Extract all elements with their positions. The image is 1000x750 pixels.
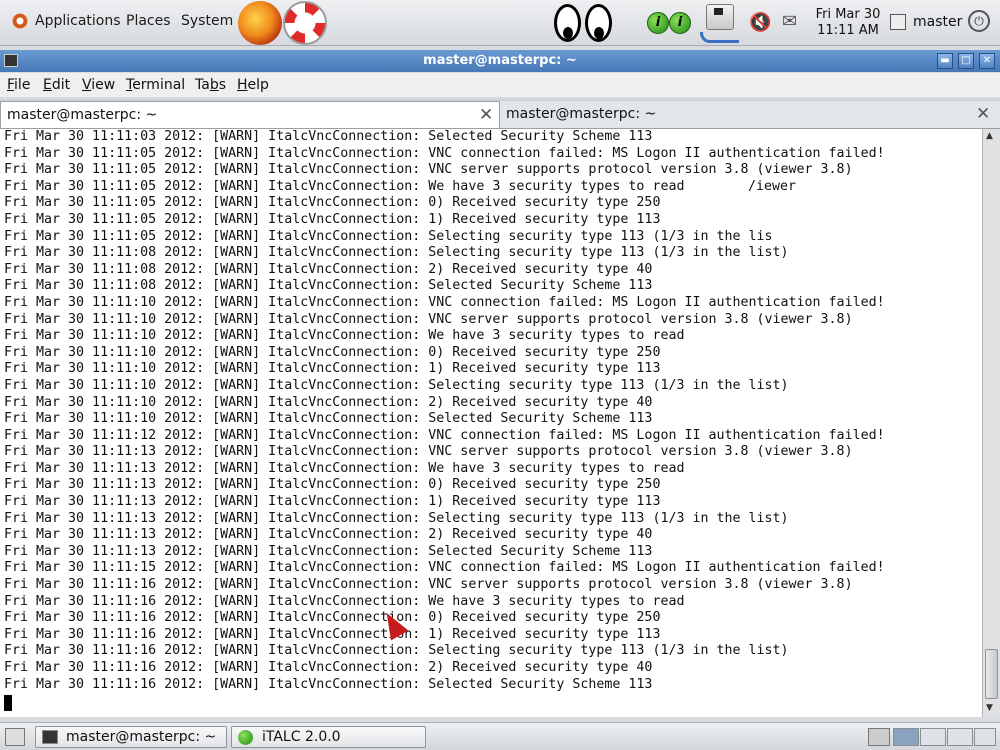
user-status-icon[interactable] xyxy=(890,14,906,30)
terminal-line: Fri Mar 30 11:11:10 2012: [WARN] ItalcVn… xyxy=(4,311,853,327)
tab-label: master@masterpc: ~ xyxy=(7,107,158,123)
scroll-up-arrow-icon[interactable]: ▲ xyxy=(986,131,993,141)
workspace-4[interactable] xyxy=(974,728,996,746)
maximize-button[interactable]: □ xyxy=(958,53,974,69)
power-icon[interactable]: ⏻ xyxy=(968,10,990,32)
xeyes-left-eye-icon xyxy=(554,4,581,42)
terminal-line: Fri Mar 30 11:11:10 2012: [WARN] ItalcVn… xyxy=(4,344,661,360)
window-title: master@masterpc: ~ xyxy=(423,53,577,68)
applications-menu-icon[interactable] xyxy=(12,13,28,31)
task-label: iTALC 2.0.0 xyxy=(262,729,341,745)
menu-file[interactable]: File xyxy=(7,77,30,93)
terminal-line: Fri Mar 30 11:11:16 2012: [WARN] ItalcVn… xyxy=(4,593,685,609)
clock-date: Fri Mar 30 xyxy=(815,7,881,22)
terminal-line: Fri Mar 30 11:11:05 2012: [WARN] ItalcVn… xyxy=(4,228,773,244)
italc-status-icon[interactable]: i xyxy=(669,12,691,34)
window-title-bar[interactable]: master@masterpc: ~ ▬ □ ✕ xyxy=(0,50,1000,72)
scroll-down-arrow-icon[interactable]: ▼ xyxy=(986,703,993,713)
terminal-line: Fri Mar 30 11:11:05 2012: [WARN] ItalcVn… xyxy=(4,145,885,161)
redraw-artifact: /iewer 3.8) xyxy=(748,179,834,192)
menu-help[interactable]: Help xyxy=(237,77,269,93)
terminal-line: Fri Mar 30 11:11:10 2012: [WARN] ItalcVn… xyxy=(4,377,789,393)
network-icon[interactable] xyxy=(700,2,740,44)
task-italc[interactable]: iTALC 2.0.0 xyxy=(231,726,426,748)
close-tab-icon[interactable]: ✕ xyxy=(479,105,493,125)
terminal-line: Fri Mar 30 11:11:16 2012: [WARN] ItalcVn… xyxy=(4,577,853,593)
terminal-line: Fri Mar 30 11:11:13 2012: [WARN] ItalcVn… xyxy=(4,527,653,543)
workspace-3[interactable] xyxy=(947,728,973,746)
system-menu[interactable]: System xyxy=(181,13,233,29)
scrollbar-thumb[interactable] xyxy=(985,649,998,699)
terminal-line: Fri Mar 30 11:11:16 2012: [WARN] ItalcVn… xyxy=(4,643,789,659)
terminal-line: Fri Mar 30 11:11:16 2012: [WARN] ItalcVn… xyxy=(4,676,653,692)
help-lifebuoy-icon[interactable] xyxy=(283,1,327,45)
menu-tabs[interactable]: Tabs xyxy=(195,77,226,93)
tab-bar: master@masterpc: ~ ✕ master@masterpc: ~ … xyxy=(0,99,1000,129)
workspace-1[interactable] xyxy=(893,728,919,746)
close-tab-icon[interactable]: ✕ xyxy=(976,104,990,124)
menu-terminal[interactable]: Terminal xyxy=(126,77,185,93)
mail-icon[interactable]: ✉ xyxy=(782,11,797,32)
volume-muted-icon[interactable]: 🔇 xyxy=(749,12,771,33)
task-terminal[interactable]: master@masterpc: ~ xyxy=(35,726,227,748)
workspace-2[interactable] xyxy=(920,728,946,746)
terminal-line: Fri Mar 30 11:11:05 2012: [WARN] ItalcVn… xyxy=(4,195,661,211)
task-label: master@masterpc: ~ xyxy=(66,729,217,745)
places-menu[interactable]: Places xyxy=(126,13,171,29)
terminal-line: Fri Mar 30 11:11:10 2012: [WARN] ItalcVn… xyxy=(4,328,685,344)
terminal-line: Fri Mar 30 11:11:08 2012: [WARN] ItalcVn… xyxy=(4,261,653,277)
terminal-line: Fri Mar 30 11:11:13 2012: [WARN] ItalcVn… xyxy=(4,460,685,476)
terminal-line: Fri Mar 30 11:11:15 2012: [WARN] ItalcVn… xyxy=(4,560,885,576)
user-name[interactable]: master xyxy=(913,14,962,30)
tab-terminal-1[interactable]: master@masterpc: ~ ✕ xyxy=(0,101,500,128)
terminal-icon xyxy=(42,730,58,744)
terminal-line: Fri Mar 30 11:11:16 2012: [WARN] ItalcVn… xyxy=(4,626,661,642)
terminal-line: Fri Mar 30 11:11:13 2012: [WARN] ItalcVn… xyxy=(4,477,661,493)
terminal-line: Fri Mar 30 11:11:03 2012: [WARN] ItalcVn… xyxy=(4,129,653,144)
terminal-line: Fri Mar 30 11:11:13 2012: [WARN] ItalcVn… xyxy=(4,494,661,510)
minimize-button[interactable]: ▬ xyxy=(937,53,953,69)
top-panel: Applications Places System i i 🔇 ✉ Fri M… xyxy=(0,0,1000,46)
vertical-scrollbar[interactable]: ▲ ▼ xyxy=(982,129,1000,717)
tab-label: master@masterpc: ~ xyxy=(506,106,657,122)
terminal-line: Fri Mar 30 11:11:05 2012: [WARN] ItalcVn… xyxy=(4,162,853,178)
terminal-line: Fri Mar 30 11:11:13 2012: [WARN] ItalcVn… xyxy=(4,543,653,559)
terminal-line: Fri Mar 30 11:11:16 2012: [WARN] ItalcVn… xyxy=(4,660,653,675)
italc-status-icon[interactable]: i xyxy=(647,12,669,34)
tab-terminal-2[interactable]: master@masterpc: ~ ✕ xyxy=(500,101,1000,128)
clock[interactable]: Fri Mar 30 11:11 AM xyxy=(812,7,884,39)
menu-view[interactable]: View xyxy=(82,77,115,93)
menu-edit[interactable]: Edit xyxy=(43,77,70,93)
terminal-line: Fri Mar 30 11:11:16 2012: [WARN] ItalcVn… xyxy=(4,610,661,626)
terminal-line: Fri Mar 30 11:11:05 2012: [WARN] ItalcVn… xyxy=(4,211,661,227)
italc-icon xyxy=(238,730,253,745)
text-cursor xyxy=(4,695,12,711)
terminal-line: Fri Mar 30 11:11:13 2012: [WARN] ItalcVn… xyxy=(4,510,789,526)
terminal-output[interactable]: Fri Mar 30 11:11:03 2012: [WARN] ItalcVn… xyxy=(0,129,982,717)
bottom-panel: master@masterpc: ~ iTALC 2.0.0 xyxy=(0,722,1000,750)
terminal-line: Fri Mar 30 11:11:10 2012: [WARN] ItalcVn… xyxy=(4,294,885,310)
xeyes-right-eye-icon xyxy=(585,4,612,42)
terminal-line: Fri Mar 30 11:11:10 2012: [WARN] ItalcVn… xyxy=(4,361,661,377)
terminal-line: Fri Mar 30 11:11:10 2012: [WARN] ItalcVn… xyxy=(4,394,653,410)
clock-time: 11:11 AM xyxy=(817,23,879,38)
terminal-lines: Fri Mar 30 11:11:03 2012: [WARN] ItalcVn… xyxy=(0,129,982,693)
workspace-terminal-icon[interactable] xyxy=(868,728,890,746)
close-window-button[interactable]: ✕ xyxy=(979,53,995,69)
terminal-line: Fri Mar 30 11:11:08 2012: [WARN] ItalcVn… xyxy=(4,245,789,261)
terminal-line: Fri Mar 30 11:11:08 2012: [WARN] ItalcVn… xyxy=(4,278,653,294)
menu-bar: File Edit View Terminal Tabs Help xyxy=(0,73,1000,97)
terminal-line: Fri Mar 30 11:11:10 2012: [WARN] ItalcVn… xyxy=(4,411,653,427)
applications-menu[interactable]: Applications xyxy=(35,13,121,29)
terminal-line: Fri Mar 30 11:11:12 2012: [WARN] ItalcVn… xyxy=(4,427,885,443)
firefox-launcher-icon[interactable] xyxy=(238,1,282,45)
show-desktop-icon[interactable] xyxy=(5,728,25,746)
terminal-line: Fri Mar 30 11:11:13 2012: [WARN] ItalcVn… xyxy=(4,444,853,460)
terminal-line: Fri Mar 30 11:11:05 2012: [WARN] ItalcVn… xyxy=(4,178,685,194)
